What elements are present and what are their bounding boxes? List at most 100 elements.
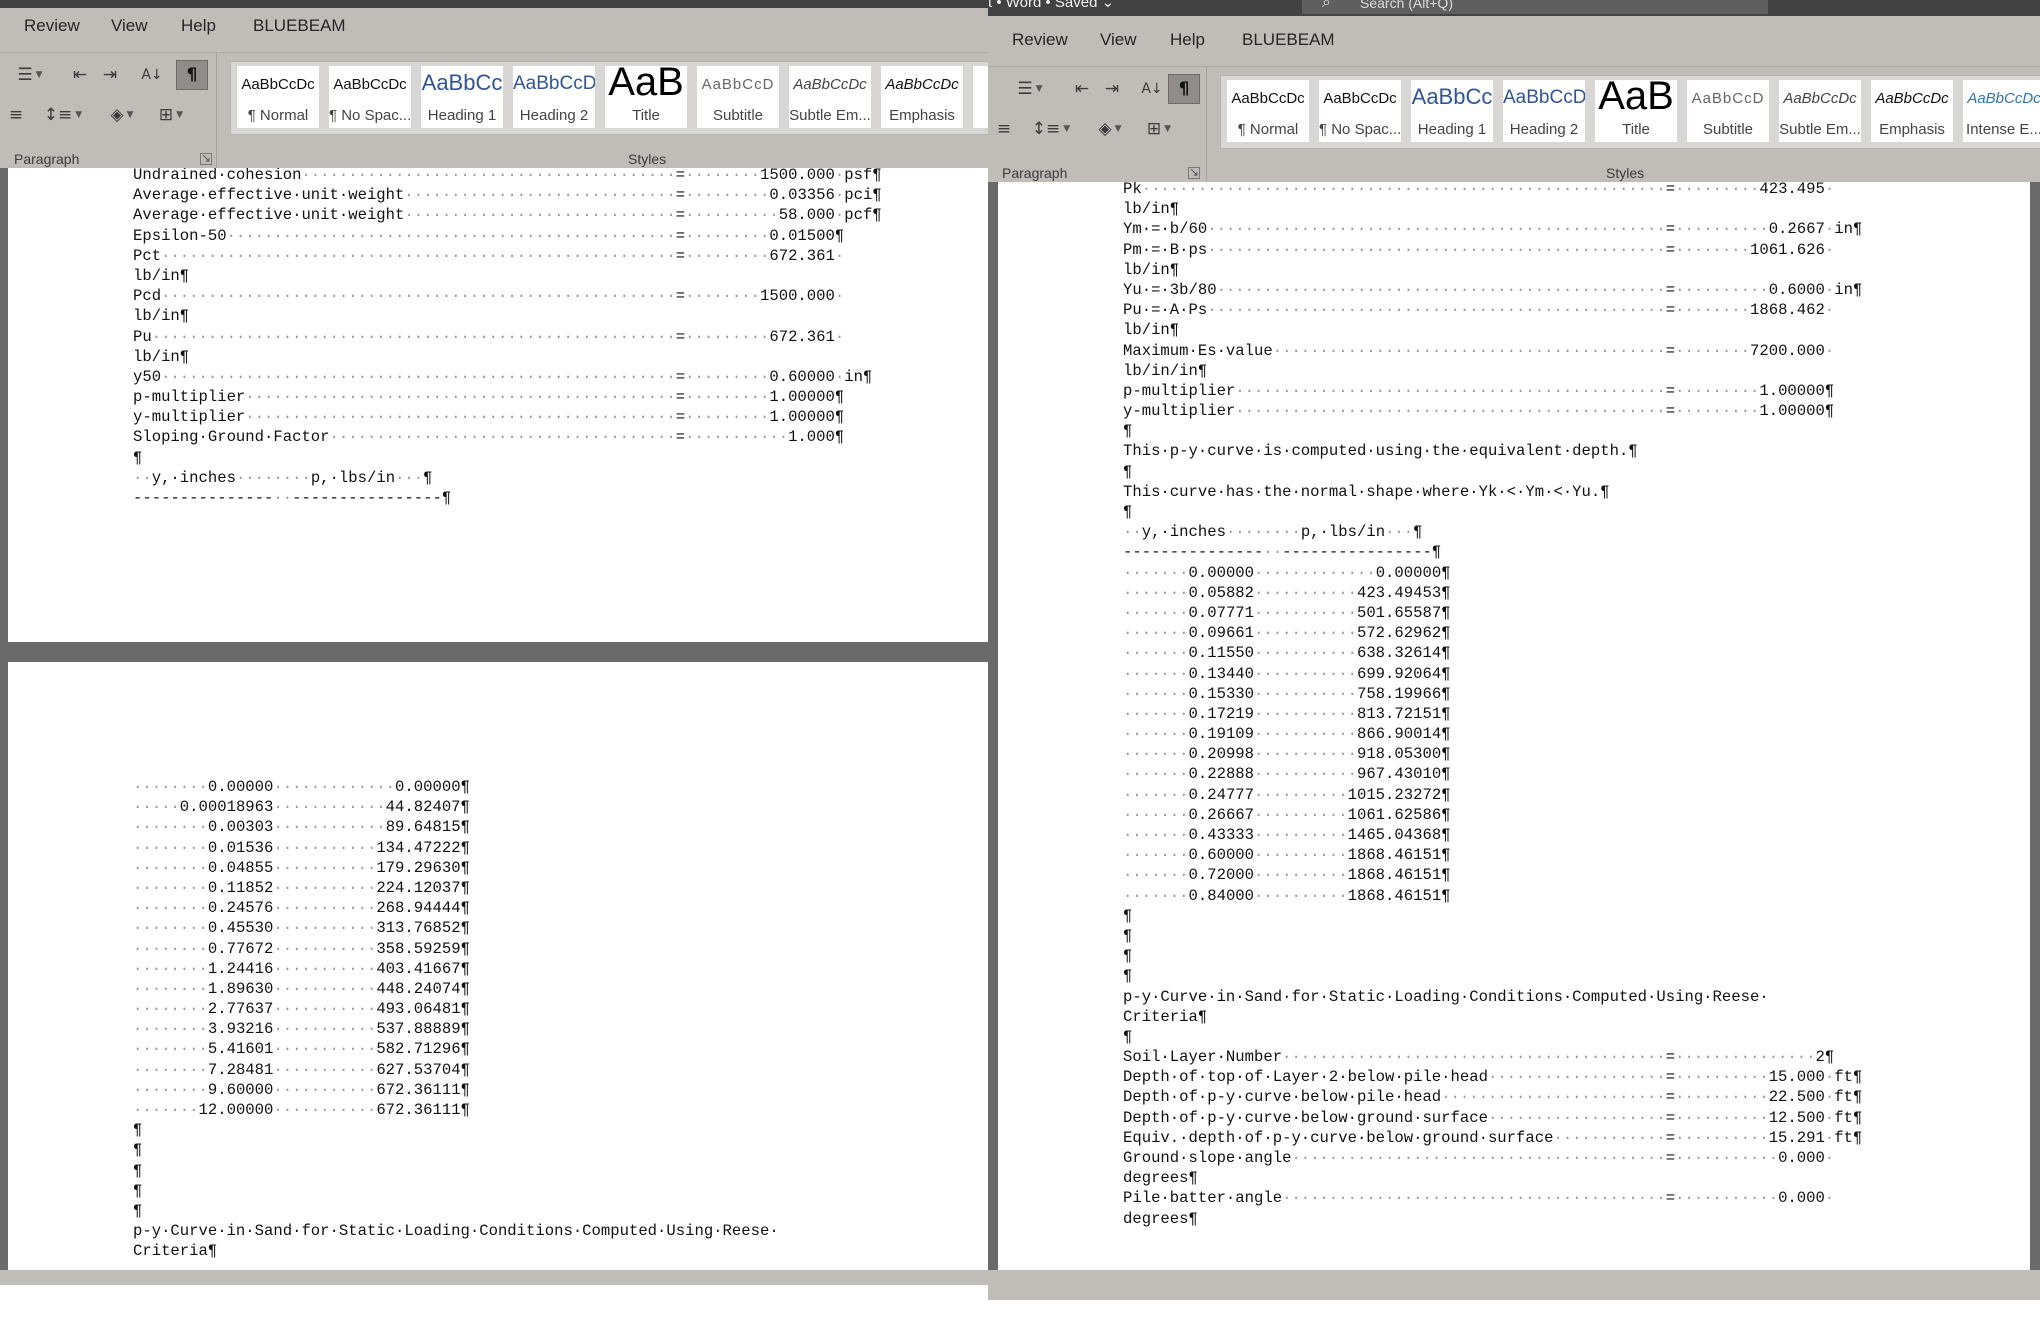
style-no-spac[interactable]: AaBbCcDc ¶ No Spac... [1319, 80, 1401, 142]
document-area: Pk······································… [988, 182, 2040, 1270]
chevron-down-icon: ▼ [1164, 124, 1172, 134]
paragraph-dialog-launcher-icon[interactable]: ↘ [1188, 166, 1200, 179]
search-box[interactable]: ⌕ Search (Alt+Q) [1302, 0, 1768, 14]
tab-bluebeam[interactable]: BLUEBEAM [1242, 30, 1335, 50]
style-label: Subtle Em... [1779, 121, 1861, 138]
style-label: Heading 2 [519, 107, 589, 124]
style-in[interactable]: A In [973, 66, 988, 128]
style-heading-2[interactable]: AaBbCcD Heading 2 [1503, 80, 1585, 142]
tab-review[interactable]: Review [1012, 30, 1068, 50]
ribbon: ☰ ▼ ⇤ ⇥ A↓ ¶ ≡ ↕≡ ▼ ◈ ▼ ⊞ ▼ Paragraph ↘ AaBb… [988, 66, 2040, 183]
show-formatting-marks-button[interactable]: ¶ [176, 60, 208, 90]
parameter-line: y-multiplier····························… [133, 408, 845, 427]
style-heading-1[interactable]: AaBbCc Heading 1 [1411, 80, 1493, 142]
tab-help[interactable]: Help [1170, 30, 1205, 50]
style-emphasis[interactable]: AaBbCcDc Emphasis [881, 66, 963, 128]
tab-bluebeam[interactable]: BLUEBEAM [253, 16, 346, 36]
empty-paragraph: ¶ [1123, 422, 1133, 441]
document-page[interactable]: Pk······································… [998, 182, 2030, 1270]
parameter-line: Soil·Layer·Number·······················… [1123, 1048, 1835, 1067]
page-2-text: ········0.00000·············0.00000¶ ····… [133, 777, 779, 1262]
style-heading-2[interactable]: AaBbCcD Heading 2 [513, 66, 595, 128]
document-page-2[interactable]: ········0.00000·············0.00000¶ ····… [8, 662, 988, 1270]
table-row: ········0.00000·············0.00000¶ [133, 778, 470, 796]
paragraph-group: ☰ ▼ ⇤ ⇥ A↓ ¶ ≡ ↕≡ ▼ ◈ ▼ ⊞ ▼ Paragraph ↘ [988, 67, 1207, 183]
document-page-1[interactable]: Undrained·cohesion······················… [8, 168, 988, 642]
line-spacing-button[interactable]: ↕≡ ▼ [1030, 115, 1072, 143]
paint-bucket-icon: ◈ [110, 105, 124, 125]
styles-group-label: Styles [1606, 165, 1645, 181]
shading-button[interactable]: ◈ ▼ [1090, 115, 1130, 143]
style-subtitle[interactable]: AaBbCcD Subtitle [1687, 80, 1769, 142]
borders-button[interactable]: ⊞ ▼ [150, 101, 192, 129]
table-row: ········0.04855···········179.29630¶ [133, 858, 470, 877]
style-heading-1[interactable]: AaBbCc Heading 1 [421, 66, 503, 128]
style-no-spac[interactable]: AaBbCcDc ¶ No Spac... [329, 66, 411, 128]
justify-button[interactable]: ≡ [4, 101, 28, 129]
tab-help[interactable]: Help [181, 16, 216, 36]
increase-indent-button[interactable]: ⇥ [1100, 75, 1124, 103]
style-emphasis[interactable]: AaBbCcDc Emphasis [1871, 80, 1953, 142]
table-row: ·······0.15330···········758.19966¶ [1123, 684, 1451, 703]
parameter-line: Depth·of·top·of·Layer·2·below·pile·head·… [1123, 1068, 1863, 1087]
parameter-line: y50·····································… [133, 367, 873, 386]
tab-view[interactable]: View [111, 16, 148, 36]
style-subtitle[interactable]: AaBbCcD Subtitle [697, 66, 779, 128]
style-label: Intense E... [1966, 121, 2040, 138]
table-rule: ---------------··----------------¶ [1123, 543, 1442, 562]
style-subtle-em[interactable]: AaBbCcDc Subtle Em... [1779, 80, 1861, 142]
tab-view[interactable]: View [1100, 30, 1137, 50]
table-row: ·······0.05882···········423.49453¶ [1123, 583, 1451, 602]
sort-az-icon: A↓ [141, 67, 163, 83]
justify-button[interactable]: ≡ [992, 115, 1016, 143]
multilevel-list-button[interactable]: ☰ ▼ [10, 61, 50, 89]
show-formatting-marks-button[interactable]: ¶ [1168, 74, 1200, 104]
table-row: ·······0.20998···········918.05300¶ [1123, 745, 1451, 764]
increase-indent-icon: ⇥ [1104, 79, 1120, 99]
line-spacing-icon: ↕≡ [43, 105, 73, 125]
paragraph-group-label: Paragraph [1002, 165, 1068, 181]
style-preview: AaBbCcD [1503, 87, 1585, 108]
style-label: ¶ Normal [1237, 121, 1299, 138]
sort-button[interactable]: A↓ [138, 61, 166, 89]
style-label: Heading 1 [1417, 121, 1487, 138]
multilevel-list-button[interactable]: ☰ ▼ [1010, 75, 1050, 103]
multilevel-list-icon: ☰ [17, 65, 33, 85]
table-row: ·······0.13440···········699.92064¶ [1123, 664, 1451, 683]
chevron-down-icon: ▼ [126, 110, 134, 120]
pilcrow-icon: ¶ [1178, 79, 1190, 99]
styles-group-label: Styles [628, 151, 667, 167]
tab-review[interactable]: Review [24, 16, 80, 36]
increase-indent-button[interactable]: ⇥ [98, 61, 122, 89]
style-preview: AaBbCcDc [1323, 90, 1397, 107]
note-line: This·curve·has·the·normal·shape·where·Yk… [1123, 482, 1610, 501]
table-row: ·······0.09661···········572.62962¶ [1123, 624, 1451, 643]
table-row: ········2.77637···········493.06481¶ [133, 1000, 470, 1019]
table-header: ··y,·inches········p,·lbs/in···¶ [133, 468, 433, 487]
parameter-line: p-multiplier····························… [1123, 381, 1835, 400]
decrease-indent-button[interactable]: ⇤ [1070, 75, 1094, 103]
borders-button[interactable]: ⊞ ▼ [1138, 115, 1180, 143]
parameter-line: Pm·=·B·ps·······························… [1123, 240, 1835, 259]
pilcrow-icon: ¶ [186, 65, 198, 85]
empty-paragraph: ¶ [1123, 462, 1133, 481]
style-normal[interactable]: AaBbCcDc ¶ Normal [1227, 80, 1309, 142]
shading-button[interactable]: ◈ ▼ [102, 101, 142, 129]
style-intense-e[interactable]: AaBbCcDc Intense E... [1963, 80, 2040, 142]
word-window-right: t • Word • Saved ⌄ ⌕ Search (Alt+Q) Revi… [988, 0, 2040, 1300]
section-heading: Criteria¶ [1123, 1007, 1208, 1026]
empty-paragraph: ¶ [133, 448, 143, 467]
window-title: t • Word • Saved ⌄ [988, 0, 1115, 11]
style-title[interactable]: AaB Title [605, 66, 687, 128]
style-preview: AaBbCcDc [1231, 90, 1305, 107]
sort-button[interactable]: A↓ [1138, 75, 1166, 103]
style-title[interactable]: AaB Title [1595, 80, 1677, 142]
paragraph-dialog-launcher-icon[interactable]: ↘ [200, 152, 212, 165]
style-preview: AaBbCcDc [793, 76, 867, 93]
style-normal[interactable]: AaBbCcDc ¶ Normal [237, 66, 319, 128]
decrease-indent-button[interactable]: ⇤ [68, 61, 92, 89]
line-spacing-button[interactable]: ↕≡ ▼ [42, 101, 84, 129]
empty-paragraph: ¶ [133, 1181, 143, 1200]
empty-paragraph: ¶ [1123, 906, 1133, 925]
style-subtle-em[interactable]: AaBbCcDc Subtle Em... [789, 66, 871, 128]
